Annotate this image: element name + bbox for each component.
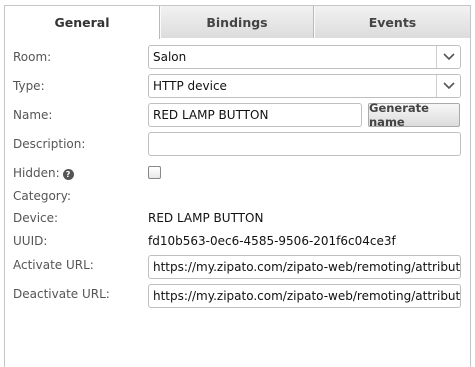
name-input-value: RED LAMP BUTTON bbox=[153, 108, 269, 122]
tab-general-label: General bbox=[54, 15, 110, 30]
tab-bindings[interactable]: Bindings bbox=[160, 6, 314, 38]
chevron-down-icon[interactable] bbox=[436, 75, 460, 97]
deactivate-url-input[interactable]: https://my.zipato.com/zipato-web/remotin… bbox=[148, 284, 461, 308]
type-select[interactable]: HTTP device bbox=[148, 74, 461, 98]
device-value: RED LAMP BUTTON bbox=[148, 211, 264, 225]
deactivate-url-input-value: https://my.zipato.com/zipato-web/remotin… bbox=[153, 289, 461, 303]
device-label: Device: bbox=[13, 211, 59, 225]
deactivate-url-label: Deactivate URL: bbox=[13, 287, 110, 301]
type-select-value: HTTP device bbox=[153, 79, 227, 93]
type-label: Type: bbox=[13, 79, 45, 93]
generate-name-button-label: Generate name bbox=[369, 101, 429, 129]
activate-url-input-value: https://my.zipato.com/zipato-web/remotin… bbox=[153, 260, 461, 274]
help-icon[interactable]: ? bbox=[62, 169, 74, 180]
hidden-checkbox[interactable] bbox=[148, 166, 161, 179]
chevron-down-icon[interactable] bbox=[436, 46, 460, 68]
name-input[interactable]: RED LAMP BUTTON bbox=[148, 103, 362, 127]
category-label: Category: bbox=[13, 189, 71, 203]
tab-bindings-label: Bindings bbox=[206, 14, 268, 30]
generate-name-button[interactable]: Generate name bbox=[368, 101, 460, 129]
activate-url-input[interactable]: https://my.zipato.com/zipato-web/remotin… bbox=[148, 255, 461, 279]
device-settings-panel: General Bindings Events Room: Salon Type… bbox=[4, 5, 471, 367]
tab-events-label: Events bbox=[368, 14, 417, 30]
uuid-value: fd10b563-0ec6-4585-9506-201f6c04ce3f bbox=[148, 234, 396, 248]
description-label: Description: bbox=[13, 137, 86, 151]
description-input[interactable] bbox=[148, 132, 461, 156]
tab-general[interactable]: General bbox=[5, 6, 160, 39]
activate-url-label: Activate URL: bbox=[13, 258, 94, 272]
help-icon-glyph: ? bbox=[65, 170, 71, 179]
room-select[interactable]: Salon bbox=[148, 45, 461, 69]
room-select-value: Salon bbox=[153, 50, 187, 64]
uuid-label: UUID: bbox=[13, 234, 48, 248]
name-label: Name: bbox=[13, 108, 53, 122]
tab-bar: General Bindings Events bbox=[5, 6, 470, 39]
room-label: Room: bbox=[13, 50, 52, 64]
hidden-label: Hidden:? bbox=[13, 166, 74, 180]
hidden-label-text: Hidden: bbox=[13, 166, 60, 180]
tab-events[interactable]: Events bbox=[314, 6, 470, 38]
